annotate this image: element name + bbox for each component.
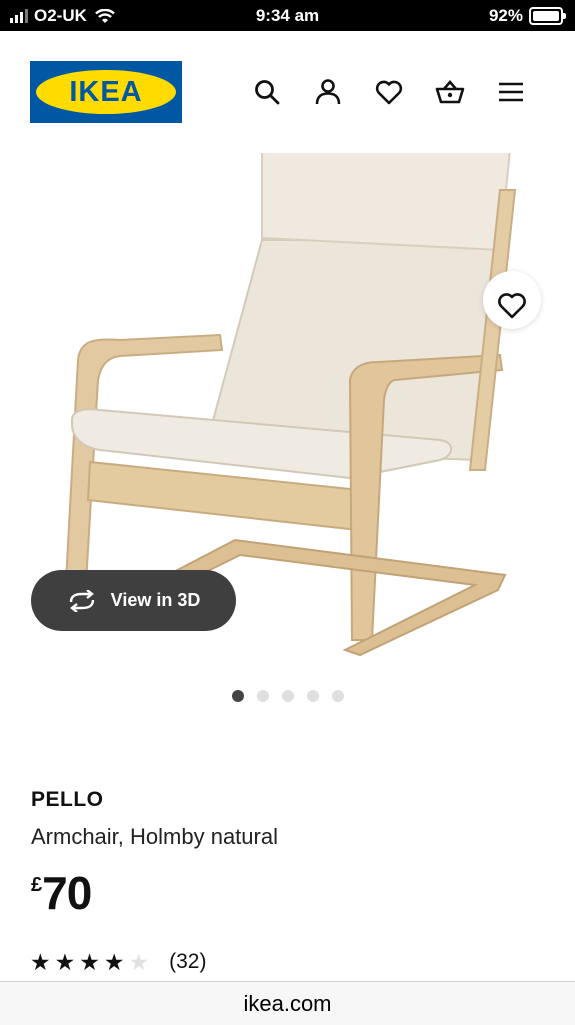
search-icon[interactable] xyxy=(252,77,282,107)
favourites-icon[interactable] xyxy=(374,77,404,107)
product-name: PELLO xyxy=(31,788,104,811)
review-count: (32) xyxy=(169,950,207,973)
product-rating[interactable]: ★ ★ ★ ★ ★ (32) xyxy=(30,950,206,974)
status-bar: O2-UK 9:34 am 92% xyxy=(0,0,575,31)
browser-url-bar[interactable]: ikea.com xyxy=(0,981,575,1025)
account-icon[interactable] xyxy=(313,77,343,107)
carousel-dot[interactable] xyxy=(282,690,294,702)
battery-percent: 92% xyxy=(488,6,523,25)
star-filled-icon: ★ xyxy=(103,948,125,975)
star-empty-icon: ★ xyxy=(128,948,150,975)
rotate-3d-icon xyxy=(69,589,94,612)
star-filled-icon: ★ xyxy=(54,948,76,975)
basket-icon[interactable] xyxy=(435,77,465,107)
battery-icon xyxy=(529,7,566,25)
site-header: IKEA xyxy=(0,31,575,153)
add-to-favourites-button[interactable] xyxy=(483,271,541,329)
carousel-indicator xyxy=(232,690,357,702)
view-in-3d-label: View in 3D xyxy=(110,590,201,610)
star-filled-icon: ★ xyxy=(30,948,51,975)
star-filled-icon: ★ xyxy=(79,948,100,975)
price-currency: £ xyxy=(31,874,43,896)
carousel-dot[interactable] xyxy=(332,690,344,702)
heart-icon xyxy=(498,293,526,319)
menu-icon[interactable] xyxy=(496,77,526,107)
carousel-dot[interactable] xyxy=(257,690,269,702)
logo-text: IKEA xyxy=(36,70,176,114)
product-description: Armchair, Holmby natural xyxy=(31,824,278,849)
price-amount: 70 xyxy=(42,867,92,919)
product-price: £70 xyxy=(31,866,92,920)
rating-stars: ★ ★ ★ ★ ★ xyxy=(30,948,153,975)
view-in-3d-button[interactable]: View in 3D xyxy=(31,570,236,631)
carousel-dot[interactable] xyxy=(307,690,319,702)
url-text: ikea.com xyxy=(243,991,332,1016)
carousel-dot[interactable] xyxy=(232,690,244,702)
ikea-logo[interactable]: IKEA xyxy=(30,61,182,123)
